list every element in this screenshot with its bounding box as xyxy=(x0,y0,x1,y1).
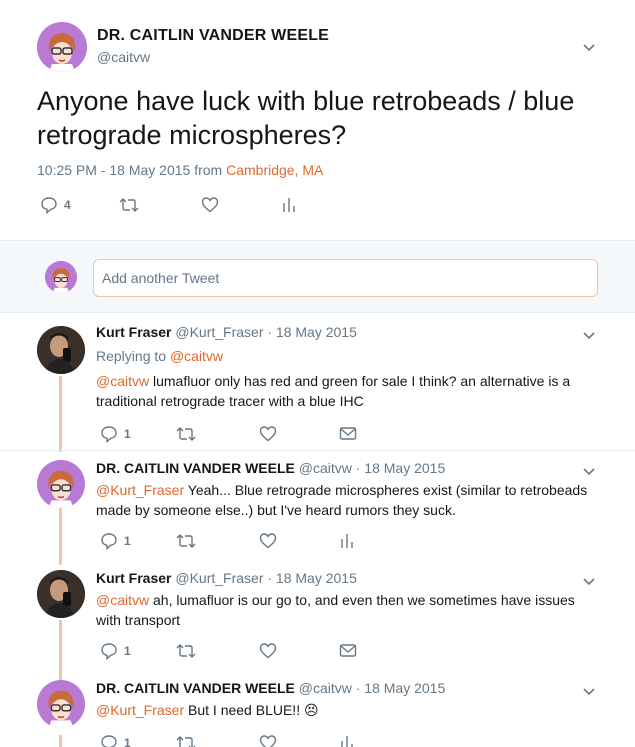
reply-count: 1 xyxy=(124,427,131,441)
author-handle[interactable]: @caitvw xyxy=(97,49,150,65)
author-name[interactable]: Kurt Fraser xyxy=(96,570,171,586)
reply-count: 1 xyxy=(124,644,131,658)
reply-count: 1 xyxy=(124,736,131,747)
reply-icon xyxy=(101,533,117,550)
like-button[interactable] xyxy=(201,196,219,213)
tweet-date[interactable]: · 18 May 2015 xyxy=(263,324,357,340)
replying-label: Replying to xyxy=(96,348,170,364)
heart-icon xyxy=(259,643,277,659)
retweet-button[interactable] xyxy=(176,533,196,549)
retweet-icon xyxy=(176,534,196,548)
tweet-timestamp: 10:25 PM - 18 May 2015 from Cambridge, M… xyxy=(37,162,323,178)
heart-icon xyxy=(259,426,277,442)
timestamp-text[interactable]: 10:25 PM - 18 May 2015 from xyxy=(37,162,226,178)
reply-icon xyxy=(101,735,117,747)
analytics-icon xyxy=(341,534,353,548)
retweet-button[interactable] xyxy=(119,197,139,213)
like-button[interactable] xyxy=(259,734,277,747)
reply-count: 4 xyxy=(64,198,71,212)
tweet-text-body: lumafluor only has red and green for sal… xyxy=(96,373,571,409)
author-name[interactable]: DR. CAITLIN VANDER WEELE xyxy=(97,27,329,45)
chevron-down-icon[interactable] xyxy=(582,40,596,59)
thread-line xyxy=(59,620,62,682)
retweet-button[interactable] xyxy=(176,735,196,747)
cartoon-avatar-icon xyxy=(37,22,87,72)
heart-icon xyxy=(259,735,277,747)
compose-area: Add another Tweet xyxy=(0,240,635,313)
retweet-button[interactable] xyxy=(176,426,196,442)
cartoon-avatar-icon xyxy=(37,460,85,508)
reply-button[interactable]: 4 xyxy=(40,196,71,214)
reply-button[interactable]: 1 xyxy=(100,734,131,747)
thread-line xyxy=(59,735,62,747)
add-tweet-input[interactable]: Add another Tweet xyxy=(93,259,598,297)
tweet-date[interactable]: · 18 May 2015 xyxy=(263,570,357,586)
mention-link[interactable]: @Kurt_Fraser xyxy=(96,482,184,498)
avatar[interactable] xyxy=(37,570,85,618)
author-handle[interactable]: @Kurt_Fraser xyxy=(175,324,263,340)
like-button[interactable] xyxy=(259,425,277,442)
profile-photo-icon xyxy=(37,326,85,374)
retweet-button[interactable] xyxy=(176,643,196,659)
tweet-text: Anyone have luck with blue retrobeads / … xyxy=(37,86,575,150)
thread-line xyxy=(59,505,62,565)
analytics-button[interactable] xyxy=(339,734,355,747)
divider xyxy=(0,450,635,451)
tweet-text: @caitvw lumafluor only has red and green… xyxy=(96,371,596,411)
tweet-text: @caitvw ah, lumafluor is our go to, and … xyxy=(96,590,596,630)
author-handle[interactable]: @caitvw xyxy=(299,460,352,476)
analytics-icon xyxy=(283,198,295,212)
mention-link[interactable]: @Kurt_Fraser xyxy=(96,702,184,718)
persevering-face-emoji: 😣 xyxy=(303,702,319,718)
tweet-date[interactable]: · 18 May 2015 xyxy=(352,460,446,476)
reply-button[interactable]: 1 xyxy=(100,532,131,550)
author-name[interactable]: DR. CAITLIN VANDER WEELE xyxy=(96,680,295,696)
mention-link[interactable]: @caitvw xyxy=(96,373,149,389)
thread-line xyxy=(59,376,62,452)
author-name[interactable]: DR. CAITLIN VANDER WEELE xyxy=(96,460,295,476)
reply-count: 1 xyxy=(124,534,131,548)
analytics-button[interactable] xyxy=(281,196,297,214)
chevron-down-icon[interactable] xyxy=(582,328,596,347)
envelope-icon xyxy=(339,644,357,657)
like-button[interactable] xyxy=(259,532,277,549)
retweet-icon xyxy=(119,198,139,212)
profile-photo-icon xyxy=(37,570,85,618)
direct-message-button[interactable] xyxy=(339,643,357,658)
heart-icon xyxy=(201,197,219,213)
avatar xyxy=(45,261,77,293)
like-button[interactable] xyxy=(259,642,277,659)
retweet-icon xyxy=(176,427,196,441)
author-name[interactable]: Kurt Fraser xyxy=(96,324,171,340)
cartoon-avatar-icon xyxy=(45,261,77,293)
tweet-text: @Kurt_Fraser Yeah... Blue retrograde mic… xyxy=(96,480,596,520)
reply-icon xyxy=(101,643,117,660)
tweet-text-body: ah, lumafluor is our go to, and even the… xyxy=(96,592,575,628)
reply-icon xyxy=(41,197,57,214)
avatar[interactable] xyxy=(37,460,85,508)
analytics-icon xyxy=(341,736,353,747)
mention-link[interactable]: @caitvw xyxy=(96,592,149,608)
tweet-date[interactable]: · 18 May 2015 xyxy=(352,680,446,696)
reply-icon xyxy=(101,426,117,443)
avatar[interactable] xyxy=(37,680,85,728)
envelope-icon xyxy=(339,427,357,440)
replying-to: Replying to @caitvw xyxy=(96,346,596,366)
tweet-text-body: But I need BLUE!! xyxy=(184,702,304,718)
analytics-button[interactable] xyxy=(339,532,355,550)
author-handle[interactable]: @Kurt_Fraser xyxy=(175,570,263,586)
avatar[interactable] xyxy=(37,22,87,72)
avatar[interactable] xyxy=(37,326,85,374)
direct-message-button[interactable] xyxy=(339,426,357,441)
retweet-icon xyxy=(176,736,196,747)
retweet-icon xyxy=(176,644,196,658)
heart-icon xyxy=(259,533,277,549)
author-handle[interactable]: @caitvw xyxy=(299,680,352,696)
tweet-text: @Kurt_Fraser But I need BLUE!! 😣 xyxy=(96,700,596,720)
replying-to-link[interactable]: @caitvw xyxy=(170,348,223,364)
cartoon-avatar-icon xyxy=(37,680,85,728)
reply-button[interactable]: 1 xyxy=(100,642,131,660)
location-link[interactable]: Cambridge, MA xyxy=(226,162,323,178)
reply-button[interactable]: 1 xyxy=(100,425,131,443)
